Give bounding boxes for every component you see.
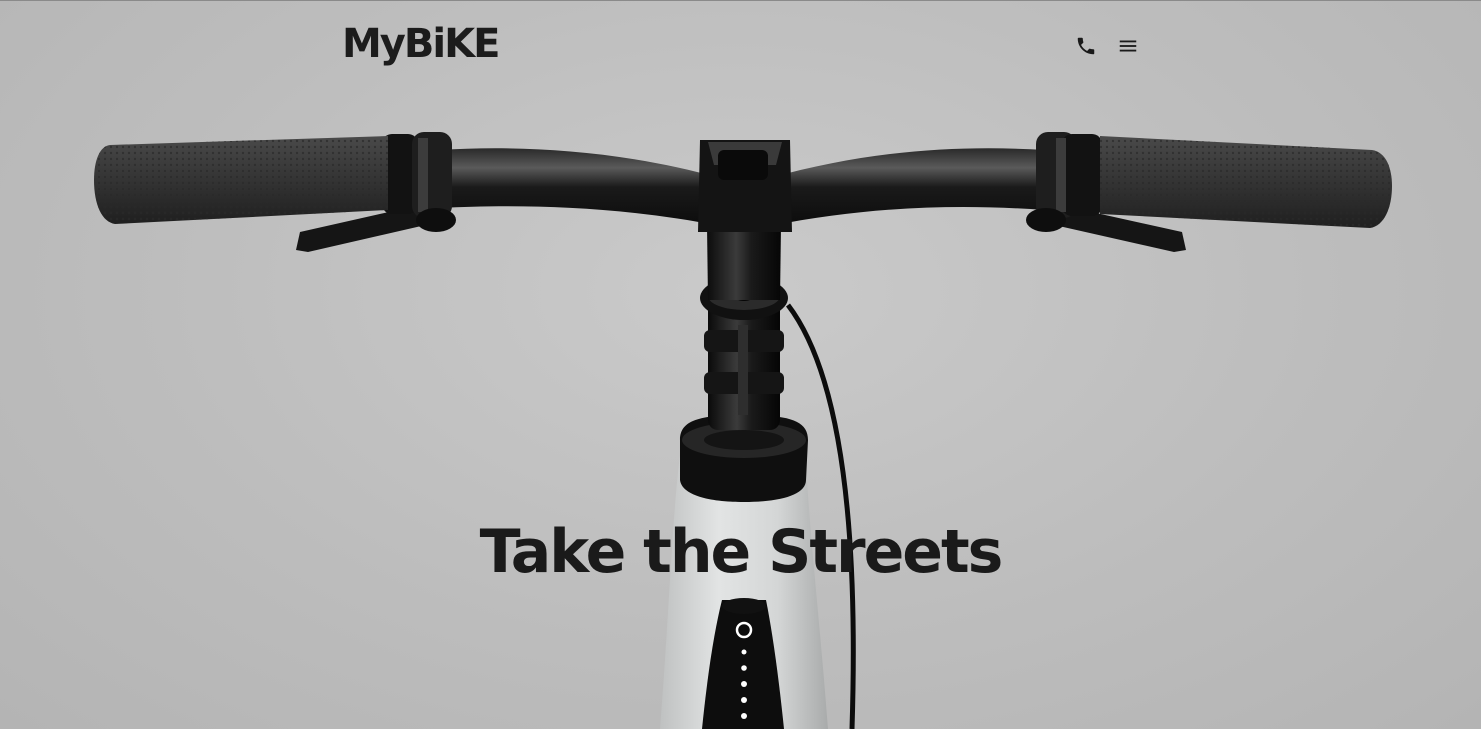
site-header: MyBiKE [0, 0, 1481, 90]
site-logo[interactable]: MyBiKE [342, 18, 500, 70]
hamburger-menu-icon[interactable] [1115, 33, 1141, 59]
hero-headline: Take the Streets [479, 517, 1004, 587]
bike-handlebar-image [94, 132, 1392, 729]
phone-icon[interactable] [1073, 33, 1099, 59]
hero-page: MyBiKE Take the Streets [0, 0, 1481, 729]
